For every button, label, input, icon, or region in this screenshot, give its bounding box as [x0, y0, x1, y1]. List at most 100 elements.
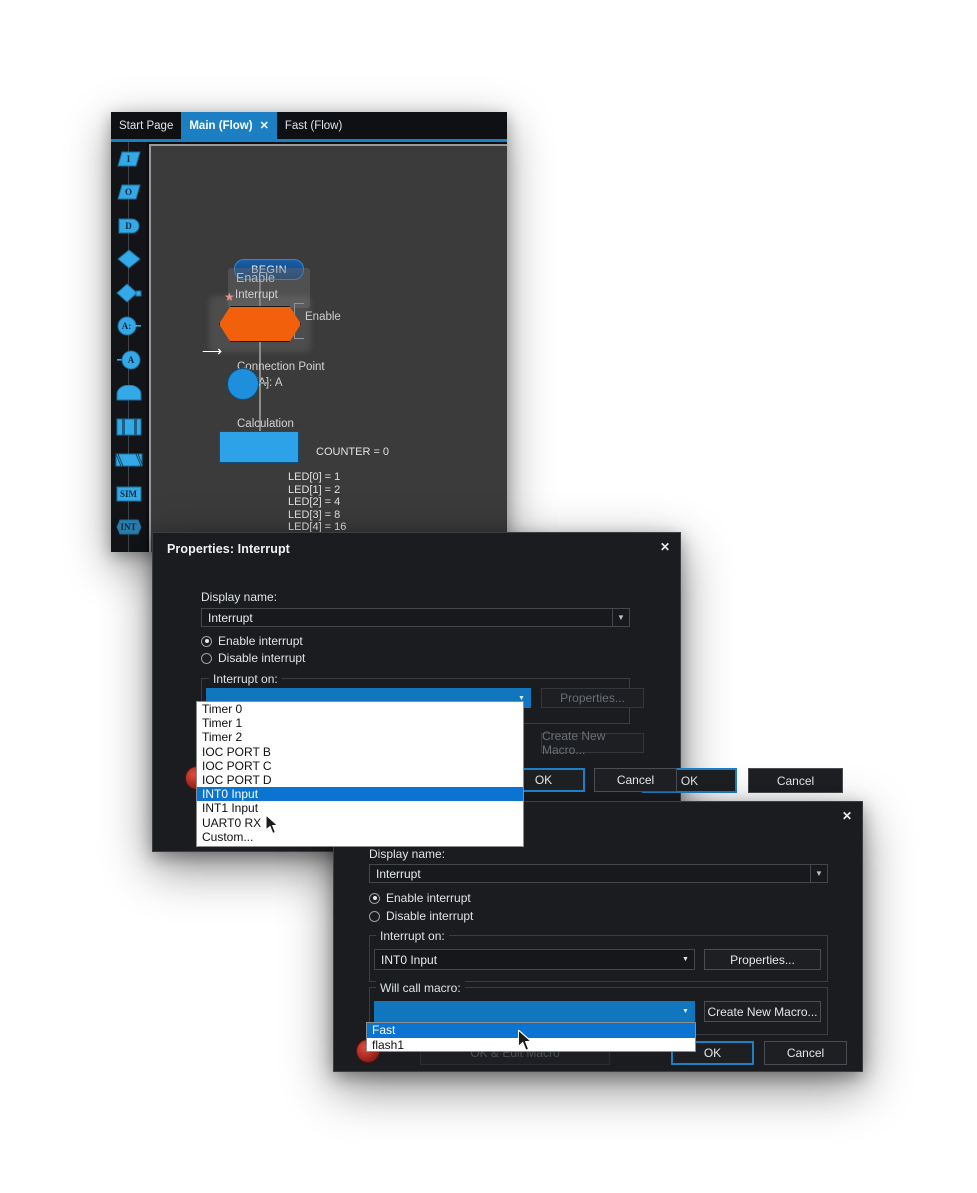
chevron-down-icon[interactable]: ▼: [612, 609, 629, 626]
radio-indicator: [369, 910, 380, 922]
chevron-down-icon[interactable]: ▼: [810, 865, 827, 882]
calc-line: LED[1] = 2: [288, 483, 341, 496]
screenshot-stage: Start Page Main (Flow) ✕ Fast (Flow) I O: [0, 0, 977, 1193]
radio-disable-interrupt[interactable]: Disable interrupt: [201, 651, 305, 665]
tab-label: Fast (Flow): [284, 119, 343, 132]
interrupt-on-caption: Interrupt on:: [209, 672, 282, 686]
output-icon[interactable]: O: [111, 176, 146, 210]
cancel-button-label: Cancel: [776, 773, 815, 788]
radio-label: Enable interrupt: [218, 634, 303, 648]
will-call-macro-dropdown-list[interactable]: Fast flash1: [366, 1022, 696, 1052]
list-item-selected[interactable]: INT0 Input: [197, 787, 523, 802]
star-icon: ★: [224, 290, 235, 304]
display-name-label: Display name:: [201, 590, 278, 604]
interrupt-on-dropdown-list[interactable]: Timer 0 Timer 1 Timer 2 IOC PORT B IOC P…: [196, 701, 524, 847]
ok-button-label: OK: [703, 1046, 722, 1060]
will-call-macro-combo[interactable]: ▼: [374, 1001, 695, 1022]
cancel-button-label: Cancel: [616, 773, 655, 787]
assign-variable-icon[interactable]: A:: [111, 310, 146, 344]
ok-button-label: OK: [534, 773, 553, 787]
create-new-macro-button-label: Create New Macro...: [707, 1004, 818, 1019]
create-new-macro-button-label: Create New Macro...: [542, 729, 606, 757]
compound-condition-icon[interactable]: [111, 276, 146, 310]
close-icon[interactable]: ✕: [260, 119, 269, 132]
list-item[interactable]: Timer 0: [197, 702, 523, 716]
radio-enable-interrupt[interactable]: Enable interrupt: [201, 634, 303, 648]
cancel-button[interactable]: Cancel: [764, 1041, 847, 1065]
simulation-icon[interactable]: SIM: [111, 477, 146, 511]
flowchart-toolbox: I O D A: A SIM INT: [111, 142, 146, 552]
calc-line: LED[2] = 4: [288, 496, 341, 508]
interrupt-node-value: Enable: [305, 311, 341, 323]
editor-tabstrip: Start Page Main (Flow) ✕ Fast (Flow): [111, 112, 507, 142]
list-item-selected[interactable]: Fast: [367, 1023, 695, 1038]
arrow-right-icon: ⟶: [202, 343, 223, 359]
radio-label: Disable interrupt: [386, 909, 474, 923]
display-name-field[interactable]: Interrupt ▼: [369, 864, 828, 883]
decision-icon[interactable]: [111, 243, 146, 277]
interrupt-on-combo[interactable]: INT0 Input ▼: [374, 949, 695, 970]
tab-start-page[interactable]: Start Page: [111, 112, 181, 139]
calc-line: LED[0] = 1: [288, 471, 341, 483]
radio-indicator: [201, 635, 212, 647]
dialog-title: Properties: Interrupt: [167, 542, 290, 556]
radio-label: Disable interrupt: [218, 651, 306, 665]
drag-ghost-label: Enable: [236, 271, 275, 285]
input-icon[interactable]: I: [111, 142, 146, 176]
radio-disable-interrupt[interactable]: Disable interrupt: [369, 909, 473, 923]
display-name-field[interactable]: Interrupt ▼: [201, 608, 630, 627]
list-item[interactable]: INT1 Input: [197, 801, 523, 815]
properties-button-label: Properties...: [560, 691, 625, 705]
comment-icon[interactable]: [111, 444, 146, 478]
interrupt-node-label: Interrupt: [235, 289, 278, 301]
chevron-down-icon[interactable]: ▼: [677, 1008, 694, 1015]
cancel-button-back[interactable]: Cancel: [594, 768, 677, 792]
create-new-macro-button[interactable]: Create New Macro...: [704, 1001, 821, 1022]
subroutine-icon[interactable]: [111, 377, 146, 411]
create-new-macro-button[interactable]: Create New Macro...: [541, 729, 644, 757]
list-item[interactable]: Timer 1: [197, 716, 523, 730]
radio-label: Enable interrupt: [386, 891, 471, 905]
interrupt-on-value: INT0 Input: [381, 952, 438, 967]
list-item[interactable]: IOC PORT C: [197, 759, 523, 773]
tab-label: Start Page: [119, 119, 174, 132]
radio-enable-interrupt[interactable]: Enable interrupt: [369, 891, 471, 905]
read-variable-icon[interactable]: A: [111, 343, 146, 377]
calc-line-spacer: [316, 459, 389, 472]
connection-point-node[interactable]: [227, 368, 259, 400]
display-name-label: Display name:: [369, 847, 446, 861]
tab-main-flow[interactable]: Main (Flow) ✕: [181, 112, 277, 139]
list-item[interactable]: flash1: [367, 1038, 695, 1053]
interrupt-icon[interactable]: INT: [111, 511, 146, 545]
calc-line: LED[3] = 8: [288, 508, 341, 521]
list-item[interactable]: Timer 2: [197, 730, 523, 744]
display-name-value: Interrupt: [208, 610, 253, 625]
list-item[interactable]: Custom...: [197, 830, 523, 844]
radio-indicator: [201, 652, 212, 664]
cancel-button[interactable]: Cancel: [748, 768, 843, 793]
tab-fast-flow[interactable]: Fast (Flow): [277, 112, 351, 139]
properties-button-label: Properties...: [730, 952, 795, 967]
list-item[interactable]: IOC PORT B: [197, 745, 523, 759]
chevron-down-icon[interactable]: ▼: [677, 956, 694, 963]
list-item[interactable]: UART0 RX: [197, 816, 523, 830]
properties-button[interactable]: Properties...: [541, 688, 644, 708]
cancel-button-label: Cancel: [786, 1046, 825, 1060]
tab-label: Main (Flow): [189, 119, 253, 132]
calculation-node[interactable]: [219, 431, 299, 463]
ok-button-label: OK: [680, 773, 699, 788]
interrupt-node[interactable]: [219, 306, 301, 342]
delay-icon[interactable]: D: [111, 209, 146, 243]
close-icon[interactable]: ✕: [842, 810, 852, 822]
calc-line: COUNTER = 0: [316, 446, 390, 458]
ide-window: Start Page Main (Flow) ✕ Fast (Flow) I O: [111, 112, 507, 552]
calculation-label: Calculation: [237, 418, 294, 430]
display-name-value: Interrupt: [376, 866, 421, 881]
module-icon[interactable]: [111, 410, 146, 444]
properties-button[interactable]: Properties...: [704, 949, 821, 970]
flowchart-canvas[interactable]: BEGIN Enable ★ Interrupt Enable ⟶ Connec…: [149, 144, 507, 552]
close-icon[interactable]: ✕: [660, 541, 670, 553]
list-item[interactable]: IOC PORT D: [197, 773, 523, 787]
will-call-macro-caption: Will call macro:: [376, 981, 465, 995]
radio-indicator: [369, 892, 380, 904]
